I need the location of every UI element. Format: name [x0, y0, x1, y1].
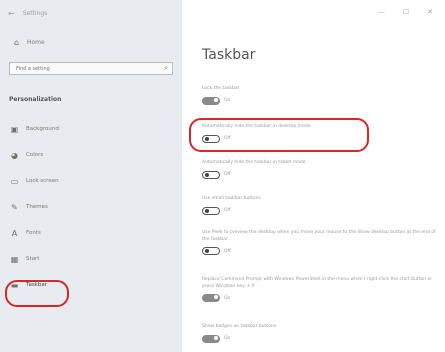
sidebar-item-lock-screen[interactable]: ▭ Lock screen — [10, 168, 170, 194]
palette-icon: ◕ — [11, 150, 18, 160]
start-icon: ▦ — [10, 254, 19, 264]
setting-label: Lock the taskbar — [202, 86, 240, 91]
toggle-switch[interactable] — [202, 294, 220, 302]
toggle-switch[interactable] — [202, 206, 220, 215]
sidebar-item-label: Themes — [26, 204, 48, 210]
sidebar-item-background[interactable]: ▣ Background — [10, 116, 170, 142]
setting-autohide-tablet: Automatically hide the taskbar in tablet… — [202, 160, 438, 179]
app-title: Settings — [22, 9, 48, 17]
close-icon[interactable]: ✕ — [427, 8, 433, 16]
lock-screen-icon: ▭ — [10, 176, 19, 186]
toggle-knob — [214, 97, 218, 102]
toggle-knob — [214, 295, 218, 299]
sidebar: ← Settings ⌂ Home ⌕ Personalization ▣ Ba… — [0, 0, 182, 352]
toggle-state: On — [224, 295, 231, 301]
sidebar-item-label: Colors — [26, 152, 44, 158]
font-icon: A — [11, 228, 18, 238]
toggle-switch[interactable] — [202, 96, 220, 105]
sidebar-item-colors[interactable]: ◕ Colors — [10, 142, 170, 168]
toggle-knob — [205, 208, 209, 213]
sidebar-item-label: Fonts — [26, 230, 41, 236]
page-title: Taskbar — [202, 47, 256, 64]
toggle-state: On — [224, 336, 231, 341]
toggle-switch[interactable] — [202, 334, 220, 343]
minimize-icon[interactable]: — — [378, 8, 385, 16]
maximize-icon[interactable]: ☐ — [403, 8, 409, 16]
toggle-switch[interactable] — [202, 247, 220, 255]
setting-label: Replace Command Prompt with Windows Powe… — [202, 277, 433, 289]
home-nav-item[interactable]: ⌂ Home — [12, 38, 45, 47]
sidebar-item-themes[interactable]: ✎ Themes — [10, 194, 170, 220]
toggle-state: On — [224, 98, 231, 103]
sidebar-item-fonts[interactable]: A Fonts — [10, 220, 170, 246]
setting-powershell: Replace Command Prompt with Windows Powe… — [202, 277, 438, 302]
search-box[interactable]: ⌕ — [9, 62, 173, 75]
toggle-knob — [214, 335, 218, 340]
sidebar-item-label: Start — [26, 256, 40, 262]
highlight-ring-autohide — [189, 118, 369, 152]
toggle-state: Off — [224, 248, 231, 254]
back-arrow-icon[interactable]: ← — [8, 9, 15, 18]
section-title: Personalization — [9, 96, 62, 103]
home-label: Home — [27, 39, 45, 46]
sidebar-item-label: Background — [26, 126, 59, 132]
main-panel: — ☐ ✕ Taskbar Lock the taskbar On Automa… — [182, 0, 445, 352]
toggle-switch[interactable] — [202, 170, 220, 179]
toggle-knob — [205, 249, 209, 253]
setting-label: Show badges on taskbar buttons — [202, 324, 277, 329]
search-icon[interactable]: ⌕ — [164, 64, 168, 73]
highlight-ring-taskbar — [5, 280, 69, 307]
window-controls: — ☐ ✕ — [378, 8, 433, 16]
sidebar-item-start[interactable]: ▦ Start — [10, 246, 170, 272]
toggle-state: Off — [224, 208, 231, 213]
setting-small-buttons: Use small taskbar buttons Off — [202, 196, 438, 215]
personalization-nav: ▣ Background ◕ Colors ▭ Lock screen ✎ Th… — [10, 116, 170, 298]
home-icon: ⌂ — [13, 38, 20, 47]
setting-label: Use Peek to preview the desktop when you… — [202, 230, 436, 242]
setting-label: Use small taskbar buttons — [202, 196, 261, 201]
picture-icon: ▣ — [10, 124, 19, 134]
setting-lock-taskbar: Lock the taskbar On — [202, 86, 438, 105]
setting-badges: Show badges on taskbar buttons On — [202, 324, 438, 343]
toggle-state: Off — [224, 172, 231, 177]
title-bar: ← Settings — [8, 6, 178, 20]
search-input[interactable] — [14, 64, 148, 73]
toggle-knob — [205, 172, 209, 177]
sidebar-item-label: Lock screen — [26, 178, 59, 184]
setting-peek: Use Peek to preview the desktop when you… — [202, 230, 438, 255]
brush-icon: ✎ — [11, 202, 18, 212]
setting-label: Automatically hide the taskbar in tablet… — [202, 160, 306, 165]
